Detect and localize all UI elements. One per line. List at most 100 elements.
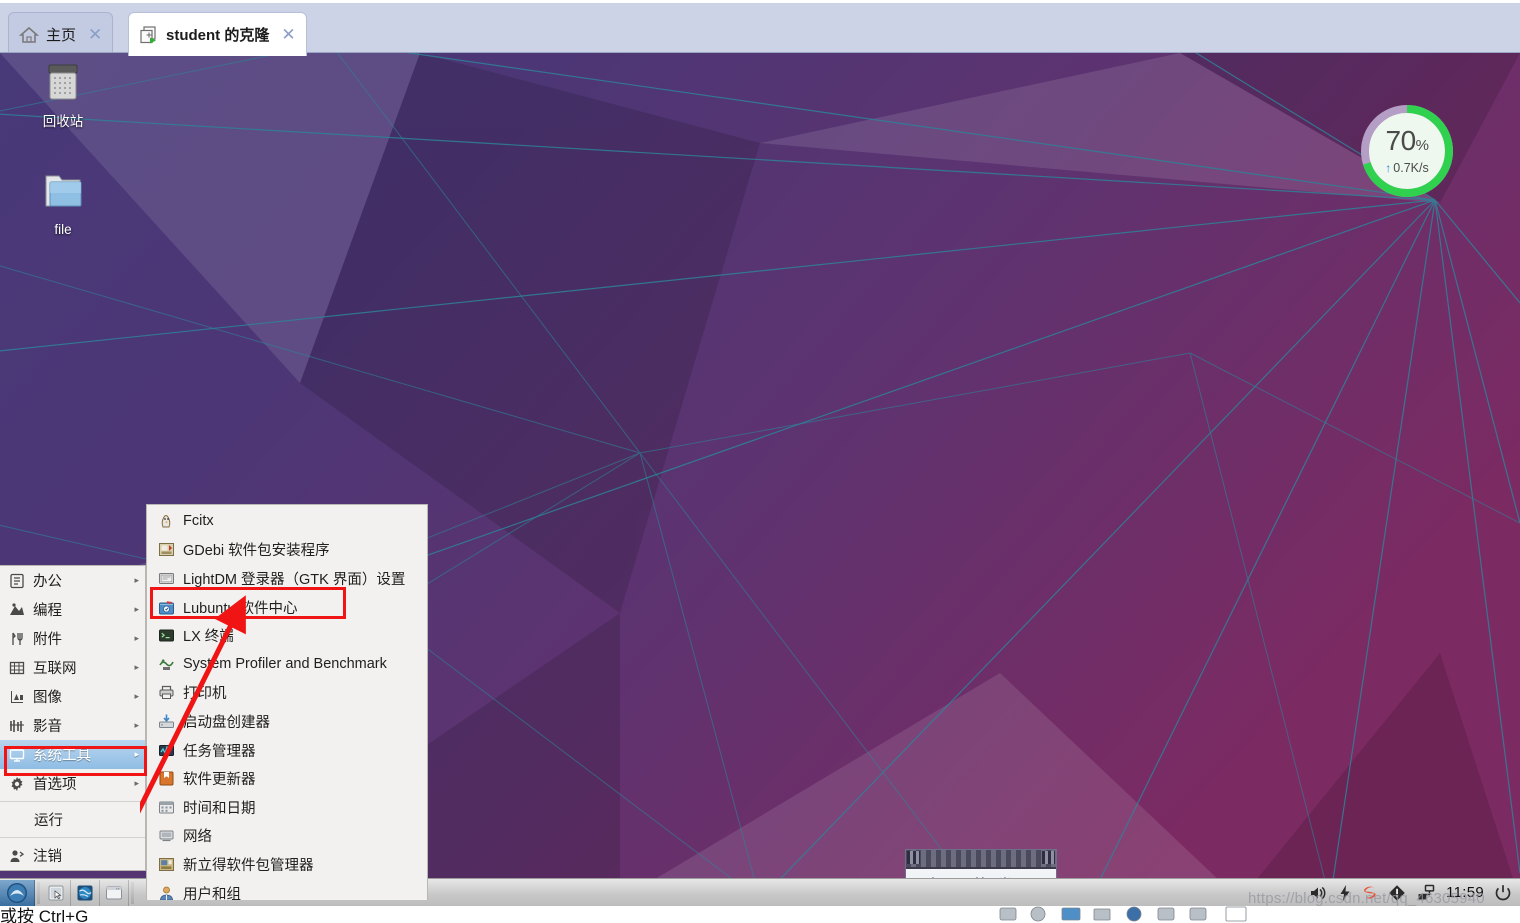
chevron-right-icon: ▸ bbox=[134, 720, 139, 730]
system-tools-submenu[interactable]: Fcitx GDebi 软件包安装程序 LightDM 登录器（GTK 界面）设… bbox=[146, 504, 428, 900]
vbox-tab-strip: 主页 ✕ student 的克隆 ✕ bbox=[0, 0, 1520, 56]
start-menu-button[interactable] bbox=[0, 879, 35, 906]
submenu-item-users-and-groups[interactable]: 用户和组 bbox=[147, 879, 427, 900]
sogou-tray-icon[interactable] bbox=[1361, 884, 1378, 901]
menu-item-office[interactable]: 办公 ▸ bbox=[0, 566, 145, 595]
submenu-item-fcitx[interactable]: Fcitx bbox=[147, 507, 427, 536]
warning-icon[interactable] bbox=[1388, 884, 1406, 902]
vbox-status-indicator-icons bbox=[999, 906, 1247, 922]
submenu-item-startup-disk-creator[interactable]: 启动盘创建器 bbox=[147, 707, 427, 736]
volume-icon[interactable] bbox=[1309, 884, 1329, 902]
trash-icon bbox=[20, 57, 106, 109]
submenu-item-gdebi[interactable]: GDebi 软件包安装程序 bbox=[147, 536, 427, 565]
chevron-right-icon: ▸ bbox=[134, 749, 139, 759]
software-updater-icon bbox=[157, 770, 175, 788]
users-groups-icon bbox=[157, 884, 175, 900]
vbox-hint-text: 或按 Ctrl+G bbox=[0, 907, 89, 923]
submenu-item-label: 网络 bbox=[183, 829, 212, 846]
submenu-item-label: Lubuntu 软件中心 bbox=[183, 600, 298, 617]
menu-item-label: 系统工具 bbox=[33, 748, 91, 764]
clone-icon bbox=[138, 24, 160, 46]
taskbar-separator bbox=[131, 881, 134, 904]
start-menu-root[interactable]: 办公 ▸ 编程 ▸ 附件 ▸ 互联网 ▸ 图像 ▸ 影音 ▸ 系统工具 ▸ 首选… bbox=[0, 565, 146, 871]
submenu-item-network[interactable]: 网络 bbox=[147, 822, 427, 851]
printer-icon bbox=[157, 684, 175, 702]
clock[interactable]: 11:59 bbox=[1446, 884, 1484, 901]
panel-roof-decoration bbox=[906, 850, 1056, 869]
software-center-icon bbox=[157, 598, 175, 616]
profiler-icon bbox=[157, 655, 175, 673]
submenu-item-task-manager[interactable]: 任务管理器 bbox=[147, 736, 427, 765]
gdebi-icon bbox=[157, 541, 175, 559]
chevron-right-icon: ▸ bbox=[134, 778, 139, 788]
menu-item-accessories[interactable]: 附件 ▸ bbox=[0, 624, 145, 653]
office-icon bbox=[8, 572, 26, 590]
desktop-icon-label: 回收站 bbox=[42, 114, 84, 129]
submenu-item-label: 用户和组 bbox=[183, 886, 241, 900]
desktop-icon-trash[interactable]: 回收站 bbox=[20, 57, 106, 129]
power-icon[interactable] bbox=[1494, 884, 1512, 902]
submenu-item-lubuntu-software-center[interactable]: Lubuntu 软件中心 bbox=[147, 593, 427, 622]
taskbar-launchers[interactable] bbox=[0, 879, 136, 906]
multimedia-icon bbox=[8, 717, 26, 735]
accessories-icon bbox=[8, 630, 26, 648]
chevron-right-icon: ▸ bbox=[134, 662, 139, 672]
submenu-item-synaptic[interactable]: 新立得软件包管理器 bbox=[147, 850, 427, 879]
tab-label: 主页 bbox=[46, 27, 77, 44]
internet-icon bbox=[8, 659, 26, 677]
tab-label: student 的克隆 bbox=[166, 27, 270, 44]
menu-item-label: 互联网 bbox=[33, 661, 77, 677]
fcitx-icon bbox=[157, 512, 175, 530]
battery-bolt-icon[interactable] bbox=[1339, 884, 1351, 902]
menu-separator bbox=[0, 837, 145, 838]
menu-item-run[interactable]: 运行 bbox=[0, 805, 145, 834]
tab-close-icon[interactable]: ✕ bbox=[88, 26, 102, 43]
system-tray[interactable]: 11:59 bbox=[1309, 880, 1520, 906]
chevron-right-icon: ▸ bbox=[134, 575, 139, 585]
taskbar-separator bbox=[37, 881, 40, 904]
submenu-item-lxterminal[interactable]: LX 终端 bbox=[147, 621, 427, 650]
virtualbox-window: 主页 ✕ student 的克隆 ✕ 回收站 file 70% ↑ 0.7K/s… bbox=[0, 0, 1520, 923]
synaptic-icon bbox=[157, 855, 175, 873]
menu-item-multimedia[interactable]: 影音 ▸ bbox=[0, 711, 145, 740]
launcher-show-desktop[interactable] bbox=[100, 879, 129, 906]
menu-item-internet[interactable]: 互联网 ▸ bbox=[0, 653, 145, 682]
launcher-file-manager[interactable] bbox=[42, 879, 71, 906]
menu-item-development[interactable]: 编程 ▸ bbox=[0, 595, 145, 624]
desktop-icon-label: file bbox=[54, 222, 72, 237]
menu-item-label: 运行 bbox=[34, 813, 63, 829]
launcher-web-browser[interactable] bbox=[71, 879, 100, 906]
submenu-item-lightdm-settings[interactable]: LightDM 登录器（GTK 界面）设置 bbox=[147, 564, 427, 593]
system-tools-icon bbox=[8, 746, 26, 764]
file-manager-icon bbox=[46, 883, 66, 903]
gauge-percent-unit: % bbox=[1415, 136, 1429, 154]
submenu-item-label: 软件更新器 bbox=[183, 772, 256, 789]
vbox-status-icons bbox=[994, 906, 1520, 923]
submenu-item-printer[interactable]: 打印机 bbox=[147, 679, 427, 708]
tab-close-icon[interactable]: ✕ bbox=[281, 26, 295, 43]
vbox-status-bar: 或按 Ctrl+G bbox=[0, 906, 1520, 923]
guest-desktop[interactable]: 回收站 file 70% ↑ 0.7K/s 办公 ▸ 编程 ▸ 附件 ▸ 互联网… bbox=[0, 53, 1520, 900]
submenu-item-label: 打印机 bbox=[183, 686, 227, 703]
home-icon bbox=[18, 24, 40, 46]
submenu-item-system-profiler[interactable]: System Profiler and Benchmark bbox=[147, 650, 427, 679]
network-speed-gauge[interactable]: 70% ↑ 0.7K/s bbox=[1357, 101, 1457, 201]
menu-item-label: 图像 bbox=[33, 690, 62, 706]
submenu-item-software-updater[interactable]: 软件更新器 bbox=[147, 764, 427, 793]
menu-item-graphics[interactable]: 图像 ▸ bbox=[0, 682, 145, 711]
tab-student-clone[interactable]: student 的克隆 ✕ bbox=[128, 12, 307, 56]
menu-item-logout[interactable]: 注销 bbox=[0, 841, 145, 870]
submenu-item-label: Fcitx bbox=[183, 513, 214, 530]
menu-item-label: 办公 bbox=[33, 574, 62, 590]
gear-icon bbox=[8, 775, 26, 793]
desktop-icon-file[interactable]: file bbox=[20, 165, 106, 237]
menu-item-label: 编程 bbox=[33, 603, 62, 619]
menu-item-system-tools[interactable]: 系统工具 ▸ bbox=[0, 740, 145, 769]
usb-creator-icon bbox=[157, 712, 175, 730]
submenu-item-time-and-date[interactable]: 时间和日期 bbox=[147, 793, 427, 822]
menu-item-preferences[interactable]: 首选项 ▸ bbox=[0, 769, 145, 798]
tab-home[interactable]: 主页 ✕ bbox=[8, 12, 114, 56]
web-browser-icon bbox=[75, 883, 95, 903]
network-monitor-icon[interactable] bbox=[1416, 884, 1436, 902]
network-icon bbox=[157, 827, 175, 845]
